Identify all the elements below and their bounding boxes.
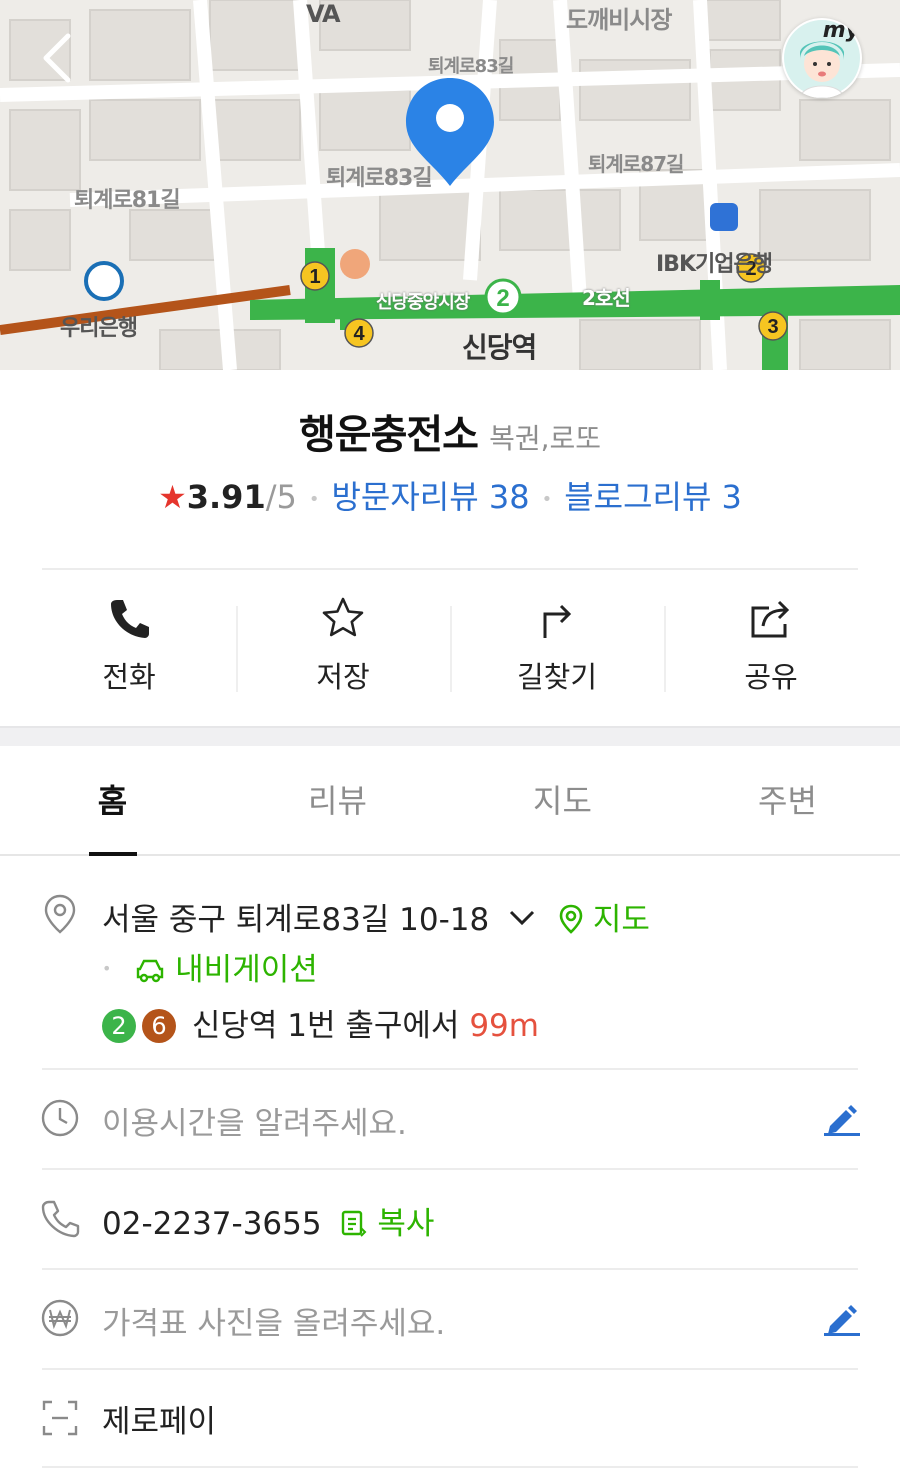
share-icon xyxy=(751,600,790,638)
call-label: 전화 xyxy=(102,660,156,694)
tab-nearby[interactable]: 주변 xyxy=(675,746,900,854)
save-button[interactable]: 저장 xyxy=(236,596,450,696)
map-label-woori: 우리은행 xyxy=(60,316,138,341)
tab-map[interactable]: 지도 xyxy=(450,746,675,854)
car-icon xyxy=(137,959,164,983)
subway-distance: 99m xyxy=(469,1008,539,1044)
subway-line-6-badge: 6 xyxy=(142,1009,176,1043)
navigation-row: • 내비게이션 xyxy=(102,944,318,989)
copy-icon xyxy=(342,1210,367,1237)
won-currency-icon xyxy=(41,1299,79,1337)
divider xyxy=(42,1168,858,1170)
directions-label: 길찾기 xyxy=(516,660,598,694)
copy-button[interactable]: 복사 xyxy=(341,1206,434,1242)
share-button[interactable]: 공유 xyxy=(664,596,878,696)
phone-row: 02-2237-3655 복사 xyxy=(102,1198,434,1243)
share-label: 공유 xyxy=(744,660,798,694)
rating-value: 3.91 xyxy=(186,478,266,516)
back-button[interactable] xyxy=(34,30,84,86)
svg-text:3: 3 xyxy=(767,316,778,338)
tab-review[interactable]: 리뷰 xyxy=(225,746,450,854)
subway-line-2-badge: 2 xyxy=(102,1009,136,1043)
action-bar: 전화 저장 길찾기 공유 xyxy=(22,596,878,696)
phone-icon xyxy=(111,600,149,638)
phone-number[interactable]: 02-2237-3655 xyxy=(102,1206,322,1242)
map-label-va: VA xyxy=(306,0,341,28)
divider xyxy=(42,1068,858,1070)
clock-icon xyxy=(41,1099,79,1137)
section-gap xyxy=(0,726,900,746)
separator-dot: • xyxy=(541,488,553,510)
divider xyxy=(42,1368,858,1370)
map-label-road83: 퇴계로83길 xyxy=(326,166,433,191)
map-label-line2: 2호선 xyxy=(582,286,631,310)
svg-text:2: 2 xyxy=(496,285,509,312)
subway-text: 신당역 1번 출구에서 xyxy=(191,1008,460,1044)
svg-text:1: 1 xyxy=(309,266,320,288)
edit-price-icon[interactable] xyxy=(824,1300,860,1336)
directions-icon xyxy=(543,604,572,638)
map-label-road87: 퇴계로87길 xyxy=(588,152,684,176)
map-label-station: 신당역 xyxy=(462,331,537,364)
location-pin-icon xyxy=(44,894,76,934)
map-link-label: 지도 xyxy=(592,902,650,938)
star-icon: ★ xyxy=(158,478,187,516)
place-name: 행운충전소 xyxy=(298,412,479,458)
address-text[interactable]: 서울 중구 퇴계로83길 10-18 xyxy=(102,902,489,938)
directions-button[interactable]: 길찾기 xyxy=(450,596,664,696)
place-title: 행운충전소 복권,로또 xyxy=(0,402,900,460)
map-label-road81: 퇴계로81길 xyxy=(74,188,181,213)
tab-home[interactable]: 홈 xyxy=(0,746,225,856)
edit-hours-icon[interactable] xyxy=(824,1100,860,1136)
separator-dot: • xyxy=(102,959,112,978)
map-link[interactable]: 지도 xyxy=(559,902,650,938)
address-row: 서울 중구 퇴계로83길 10-18 지도 xyxy=(102,894,650,939)
blog-review-link[interactable]: 블로그리뷰 3 xyxy=(564,478,742,516)
save-label: 저장 xyxy=(316,660,370,694)
pin-icon xyxy=(559,904,583,934)
navigation-link[interactable]: 내비게이션 xyxy=(125,952,318,988)
place-category: 복권,로또 xyxy=(489,422,602,455)
phone-outline-icon xyxy=(41,1200,80,1238)
separator-dot: • xyxy=(308,488,320,510)
my-profile-button[interactable]: my xyxy=(782,18,862,98)
tab-bar: 홈 리뷰 지도 주변 xyxy=(0,746,900,856)
call-button[interactable]: 전화 xyxy=(22,596,236,696)
hours-placeholder[interactable]: 이용시간을 알려주세요. xyxy=(102,1098,407,1143)
svg-text:4: 4 xyxy=(353,323,365,345)
chevron-left-icon xyxy=(43,33,71,83)
star-icon xyxy=(322,597,364,637)
subway-row: 26 신당역 1번 출구에서 99m xyxy=(102,1000,539,1045)
divider xyxy=(42,568,858,570)
map-view[interactable]: 2 1 2 3 4 VA 도깨비시장 퇴계로83길 퇴계로83길 퇴계로81길 … xyxy=(0,0,900,370)
rating-max: /5 xyxy=(265,478,297,516)
chevron-down-icon[interactable] xyxy=(509,898,535,934)
map-label-market-top: 도깨비시장 xyxy=(566,6,672,34)
rating-row: ★3.91/5 • 방문자리뷰 38 • 블로그리뷰 3 xyxy=(0,472,900,518)
navigation-label: 내비게이션 xyxy=(175,952,318,988)
zeropay-label: 제로페이 xyxy=(102,1404,217,1440)
visitor-review-link[interactable]: 방문자리뷰 38 xyxy=(331,478,529,516)
map-label-road83-top: 퇴계로83길 xyxy=(428,56,514,77)
divider xyxy=(42,1268,858,1270)
map-label-ibk: IBK기업은행 xyxy=(656,252,773,277)
price-placeholder[interactable]: 가격표 사진을 올려주세요. xyxy=(102,1298,445,1343)
my-label: my xyxy=(822,18,860,43)
zeropay-scan-icon xyxy=(42,1400,78,1436)
copy-label: 복사 xyxy=(377,1206,435,1242)
map-label-market: 신당중앙시장 xyxy=(376,292,470,313)
